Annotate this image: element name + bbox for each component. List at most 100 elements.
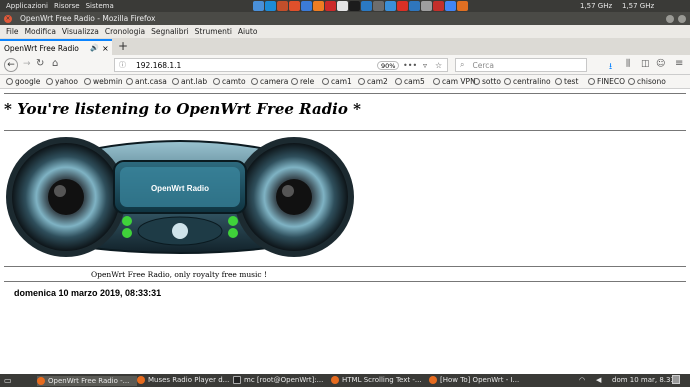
show-desktop-icon[interactable]: ▭ bbox=[4, 376, 12, 385]
site-info-icon[interactable]: ⓘ bbox=[119, 60, 126, 70]
bookmark-globe-icon bbox=[251, 78, 258, 85]
bookmark-webmin[interactable]: webmin bbox=[84, 77, 123, 86]
search-box[interactable]: ⌕ Cerca bbox=[455, 58, 587, 72]
tray-app-icon[interactable] bbox=[445, 1, 456, 11]
tray-app-icon[interactable] bbox=[361, 1, 372, 11]
tray-app-icon[interactable] bbox=[325, 1, 336, 11]
downloads-icon[interactable]: ⭳ bbox=[609, 59, 612, 75]
bookmark-test[interactable]: test bbox=[555, 77, 578, 86]
page-heading: * You're listening to OpenWrt Free Radio… bbox=[4, 100, 361, 118]
bookmark-globe-icon bbox=[555, 78, 562, 85]
bookmark-globe-icon bbox=[473, 78, 480, 85]
bookmark-star-icon[interactable]: ☆ bbox=[435, 61, 442, 70]
bookmark-globe-icon bbox=[588, 78, 595, 85]
close-window-icon[interactable]: × bbox=[4, 14, 12, 23]
volume-icon[interactable]: ◀ bbox=[596, 376, 601, 384]
library-icon[interactable]: ⫼ bbox=[626, 59, 630, 69]
bookmark-camera[interactable]: camera bbox=[251, 77, 288, 86]
bookmark-cam1[interactable]: cam1 bbox=[322, 77, 352, 86]
tab-label: OpenWrt Free Radio bbox=[4, 43, 79, 53]
current-datetime: domenica 10 marzo 2019, 08:33:31 bbox=[14, 288, 162, 298]
menu-file[interactable]: File bbox=[6, 27, 19, 36]
trash-icon[interactable] bbox=[672, 375, 680, 384]
tray-app-icon[interactable] bbox=[349, 1, 360, 11]
system-menu-applications[interactable]: Applicazioni bbox=[6, 2, 48, 10]
bookmark-sotto[interactable]: sotto bbox=[473, 77, 501, 86]
tab-openwrt-radio[interactable]: OpenWrt Free Radio 🔊 × bbox=[0, 39, 112, 55]
tray-app-icon[interactable] bbox=[301, 1, 312, 11]
tray-app-icon[interactable] bbox=[337, 1, 348, 11]
maximize-window-icon[interactable] bbox=[678, 14, 686, 23]
taskbar-clock[interactable]: dom 10 mar, 8.33 bbox=[612, 376, 675, 384]
cpu-freq-1: 1,57 GHz bbox=[580, 2, 613, 10]
menu-history[interactable]: Cronologia bbox=[105, 27, 145, 36]
minimize-window-icon[interactable] bbox=[666, 14, 674, 23]
bookmark-cam-vpn[interactable]: cam VPN bbox=[433, 77, 476, 86]
sidebar-icon[interactable]: ◫ bbox=[641, 59, 650, 69]
page-actions-icon[interactable]: ••• bbox=[403, 61, 417, 70]
task-firefox-radio[interactable]: OpenWrt Free Radio -... bbox=[37, 376, 137, 386]
menu-edit[interactable]: Modifica bbox=[25, 27, 56, 36]
taskbar: ▭ OpenWrt Free Radio -... Muses Radio Pl… bbox=[0, 374, 690, 387]
system-menu-system[interactable]: Sistema bbox=[86, 2, 114, 10]
navigation-bar: ← → ↻ ⌂ ⓘ 192.168.1.1 90% ••• ▿ ☆ ⌕ Cerc… bbox=[0, 55, 690, 75]
tray-app-icon[interactable] bbox=[313, 1, 324, 11]
reload-icon[interactable]: ↻ bbox=[36, 58, 44, 69]
bookmark-cam5[interactable]: cam5 bbox=[395, 77, 425, 86]
back-arrow-icon[interactable]: ← bbox=[4, 58, 18, 72]
system-top-bar: Applicazioni Risorse Sistema 1,57 GHz 1,… bbox=[0, 0, 690, 12]
bookmark-rele[interactable]: rele bbox=[291, 77, 314, 86]
tray-app-icon[interactable] bbox=[277, 1, 288, 11]
cpu-freq-2: 1,57 GHz bbox=[622, 2, 655, 10]
tray-app-icon[interactable] bbox=[289, 1, 300, 11]
menu-view[interactable]: Visualizza bbox=[62, 27, 99, 36]
bookmark-globe-icon bbox=[395, 78, 402, 85]
bookmark-cam2[interactable]: cam2 bbox=[358, 77, 388, 86]
zoom-badge[interactable]: 90% bbox=[377, 61, 400, 70]
terminal-icon bbox=[233, 376, 241, 384]
bookmark-globe-icon bbox=[504, 78, 511, 85]
tray-app-icon[interactable] bbox=[385, 1, 396, 11]
bookmark-yahoo[interactable]: yahoo bbox=[46, 77, 78, 86]
tray-app-icon[interactable] bbox=[397, 1, 408, 11]
bookmark-globe-icon bbox=[172, 78, 179, 85]
menu-help[interactable]: Aiuto bbox=[238, 27, 258, 36]
system-menu-resources[interactable]: Risorse bbox=[54, 2, 80, 10]
tray-app-icon[interactable] bbox=[373, 1, 384, 11]
menu-tools[interactable]: Strumenti bbox=[195, 27, 232, 36]
bookmark-globe-icon bbox=[358, 78, 365, 85]
firefox-icon bbox=[37, 377, 45, 385]
page-caption: OpenWrt Free Radio, only royalty free mu… bbox=[91, 270, 268, 279]
forward-arrow-icon[interactable]: → bbox=[23, 59, 31, 69]
bookmark-centralino[interactable]: centralino bbox=[504, 77, 551, 86]
bookmark-ant-lab[interactable]: ant.lab bbox=[172, 77, 207, 86]
pocket-icon[interactable]: ▿ bbox=[423, 61, 427, 70]
wifi-icon[interactable]: ◠ bbox=[579, 376, 585, 384]
radio-player-image: OpenWrt Radio bbox=[6, 137, 354, 257]
hamburger-menu-icon[interactable]: ≡ bbox=[675, 58, 683, 69]
task-muses-player[interactable]: Muses Radio Player d... bbox=[137, 376, 233, 384]
home-icon[interactable]: ⌂ bbox=[52, 58, 58, 69]
bookmark-google[interactable]: google bbox=[6, 77, 40, 86]
tray-app-icon[interactable] bbox=[433, 1, 444, 11]
tray-app-icon[interactable] bbox=[265, 1, 276, 11]
task-howto-openwrt[interactable]: [How To] OpenWrt - I... bbox=[429, 376, 527, 384]
tray-app-icon[interactable] bbox=[457, 1, 468, 11]
bookmark-chisono[interactable]: chisono bbox=[628, 77, 666, 86]
bookmark-ant-casa[interactable]: ant.casa bbox=[126, 77, 167, 86]
menu-bookmarks[interactable]: Segnalibri bbox=[151, 27, 189, 36]
task-terminal-mc[interactable]: mc [root@OpenWrt]:... bbox=[233, 376, 331, 384]
bookmark-camto[interactable]: camto bbox=[213, 77, 246, 86]
tray-app-icon[interactable] bbox=[253, 1, 264, 11]
player-label: OpenWrt Radio bbox=[151, 184, 209, 193]
reader-icon[interactable]: ☺ bbox=[656, 59, 665, 69]
window-title-bar: × OpenWrt Free Radio - Mozilla Firefox bbox=[0, 12, 690, 25]
new-tab-button[interactable]: + bbox=[118, 39, 128, 53]
tray-app-icon[interactable] bbox=[421, 1, 432, 11]
bookmark-fineco[interactable]: FINECO bbox=[588, 77, 625, 86]
close-tab-icon[interactable]: × bbox=[102, 44, 109, 53]
task-html-scrolling[interactable]: HTML Scrolling Text -... bbox=[331, 376, 429, 384]
tray-app-icon[interactable] bbox=[409, 1, 420, 11]
speaker-icon[interactable]: 🔊 bbox=[90, 44, 99, 52]
url-bar[interactable]: ⓘ 192.168.1.1 90% ••• ▿ ☆ bbox=[114, 58, 448, 72]
